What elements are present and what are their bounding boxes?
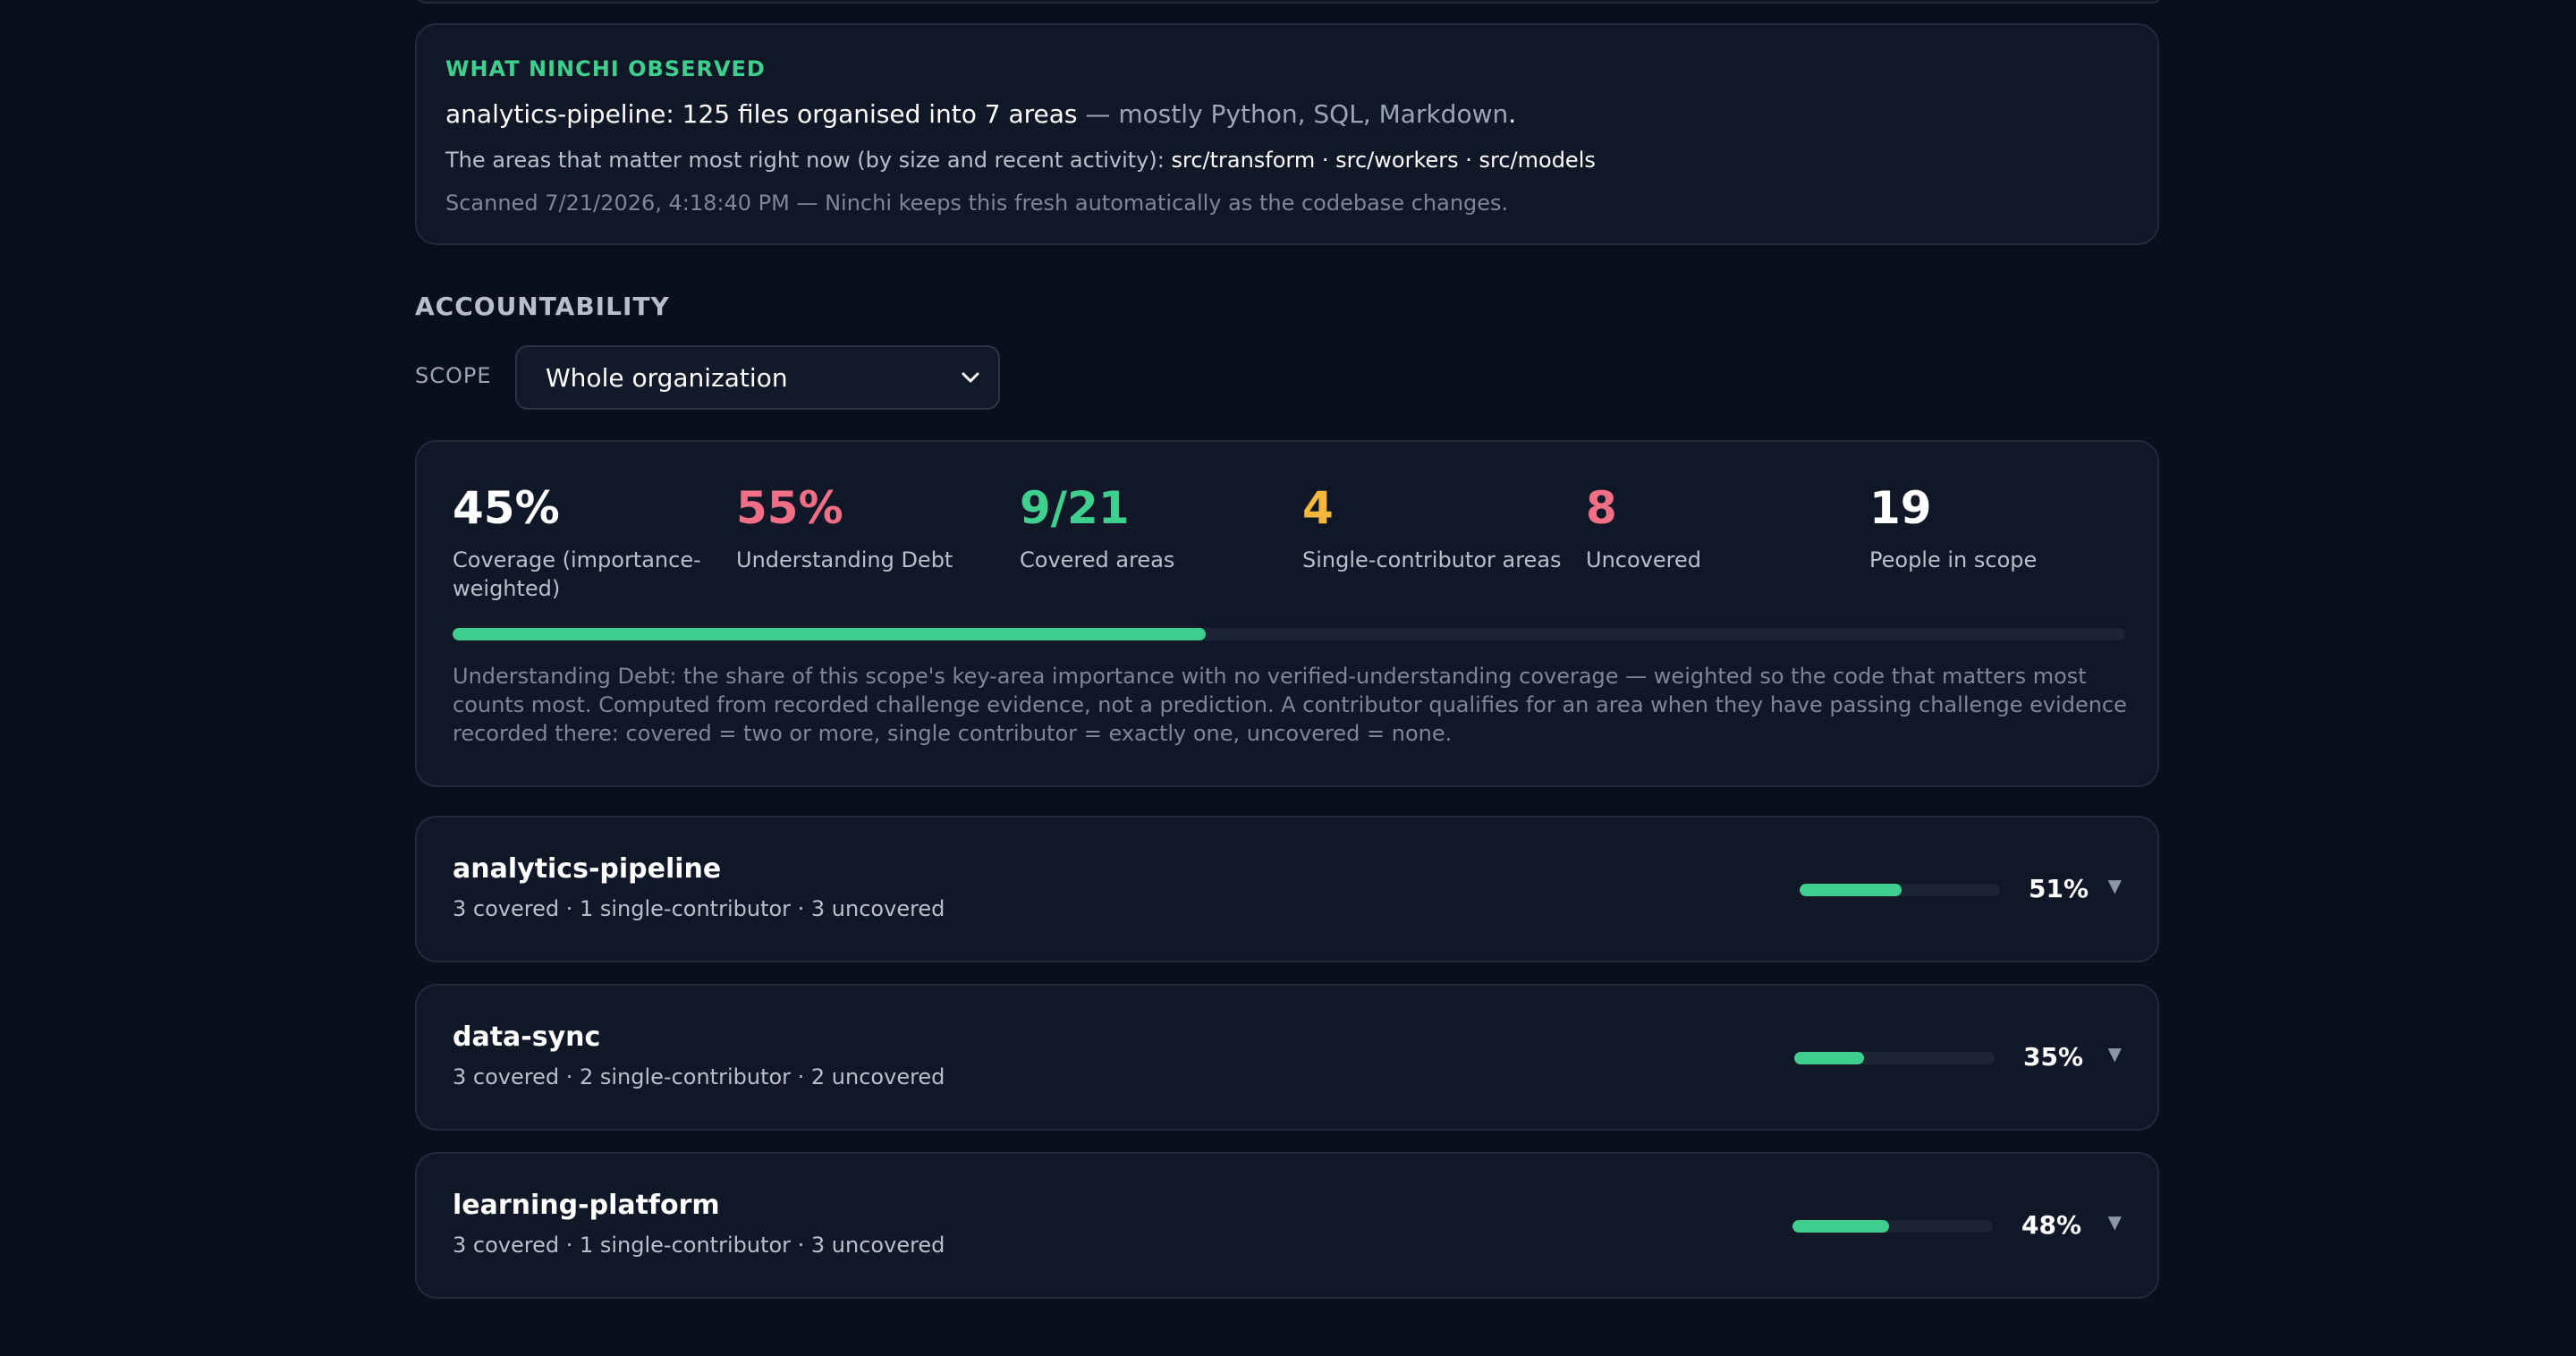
scan-timestamp: Scanned 7/21/2026, 4:18:40 PM — Ninchi k…	[445, 191, 1509, 216]
key-areas-line: The areas that matter most right now (by…	[445, 147, 2157, 174]
headline-main: analytics-pipeline: 125 files organised …	[445, 99, 1078, 129]
repo-summary: 3 covered · 2 single-contributor · 2 unc…	[453, 1064, 945, 1089]
repo-coverage-track	[1792, 1220, 1993, 1233]
repo-coverage-percent: 35%	[2023, 1042, 2084, 1072]
stat-value: 19	[1869, 482, 1932, 534]
chevron-down-icon	[961, 367, 980, 389]
repo-summary: 3 covered · 1 single-contributor · 3 unc…	[453, 896, 945, 921]
stat-label: Uncovered	[1586, 547, 1701, 572]
repo-coverage-track	[1800, 884, 2000, 896]
repo-name: data-sync	[453, 1021, 601, 1053]
expand-caret-icon[interactable]: ▼	[2108, 1043, 2122, 1064]
repo-summary: 3 covered · 1 single-contributor · 3 unc…	[453, 1233, 945, 1258]
repo-row[interactable]: analytics-pipeline 3 covered · 1 single-c…	[415, 816, 2159, 962]
repo-coverage-percent: 51%	[2029, 874, 2089, 903]
scope-label: SCOPE	[415, 363, 492, 388]
observed-eyebrow: WHAT NINCHI OBSERVED	[445, 56, 766, 81]
stat-label: Covered areas	[1020, 547, 1175, 572]
stat-3: 4 Single-contributor areas	[1302, 481, 1571, 574]
key-areas-list: src/transform · src/workers · src/models	[1171, 148, 1596, 173]
stat-value: 45%	[453, 482, 560, 534]
stat-0: 45% Coverage (importance-weighted)	[453, 481, 721, 603]
accountability-title: ACCOUNTABILITY	[415, 292, 670, 321]
repo-name: learning-platform	[453, 1190, 720, 1221]
observed-headline: analytics-pipeline: 125 files organised …	[445, 98, 2157, 131]
repo-coverage-fill	[1792, 1220, 1889, 1233]
coverage-bar-track	[453, 628, 2125, 640]
stat-label: People in scope	[1869, 547, 2038, 572]
page: WHAT NINCHI OBSERVED analytics-pipeline:…	[0, 0, 2576, 1356]
stat-1: 55% Understanding Debt	[736, 481, 1004, 574]
repo-name: analytics-pipeline	[453, 853, 722, 885]
previous-card-edge	[415, 0, 2163, 4]
stat-value: 9/21	[1020, 482, 1130, 534]
repo-coverage-percent: 48%	[2021, 1210, 2082, 1240]
scope-select[interactable]: Whole organization	[515, 345, 1000, 410]
headline-end: .	[1508, 99, 1517, 129]
stat-label: Coverage (importance-weighted)	[453, 547, 701, 601]
stat-label: Understanding Debt	[736, 547, 953, 572]
understanding-debt-explanation: Understanding Debt: the share of this sc…	[453, 664, 2127, 746]
stat-value: 4	[1302, 482, 1334, 534]
coverage-bar-fill	[453, 628, 1206, 640]
stat-5: 19 People in scope	[1869, 481, 2138, 574]
repo-coverage-fill	[1794, 1052, 1865, 1064]
stats-card: 45% Coverage (importance-weighted) 55% Unde…	[415, 440, 2159, 787]
repo-coverage-fill	[1800, 884, 1902, 896]
key-areas-prefix: The areas that matter most right now (by…	[445, 148, 1172, 173]
stat-label: Single-contributor areas	[1302, 547, 1562, 572]
stat-2: 9/21 Covered areas	[1020, 481, 1288, 574]
observed-card: WHAT NINCHI OBSERVED analytics-pipeline:…	[415, 23, 2159, 245]
expand-caret-icon[interactable]: ▼	[2108, 1211, 2122, 1233]
repo-row[interactable]: learning-platform 3 covered · 1 single-co…	[415, 1152, 2159, 1299]
stat-value: 55%	[736, 482, 843, 534]
expand-caret-icon[interactable]: ▼	[2108, 875, 2122, 896]
headline-languages: — mostly Python, SQL, Markdown	[1077, 99, 1509, 129]
stat-value: 8	[1586, 482, 1617, 534]
stat-4: 8 Uncovered	[1586, 481, 1854, 574]
repo-coverage-track	[1794, 1052, 1995, 1064]
scope-selected-value: Whole organization	[546, 362, 788, 393]
repo-row[interactable]: data-sync 3 covered · 2 single-contributo…	[415, 984, 2159, 1131]
